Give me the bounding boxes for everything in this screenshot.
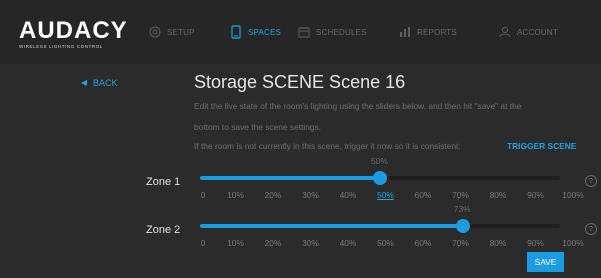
instructions-line-3: If the room is not currently in this sce… — [194, 141, 461, 151]
zone-1-slider[interactable] — [200, 171, 560, 185]
zone-2-slider[interactable] — [200, 219, 560, 233]
calendar-icon — [298, 27, 310, 38]
zone-2-tick-label: 50% — [377, 238, 394, 248]
zone-2-tick-label: 40% — [339, 238, 357, 248]
back-button[interactable]: BACK — [80, 78, 118, 88]
instructions-line-1: Edit the live state of the room's lighti… — [194, 101, 522, 111]
brand-tagline: WIRELESS LIGHTING CONTROL — [19, 44, 104, 49]
back-label: BACK — [93, 78, 118, 88]
brand-name: AUDACY — [19, 17, 128, 44]
triangle-left-icon — [81, 80, 87, 86]
zone-2-tick-label: 60% — [414, 238, 432, 248]
zone-1-tick-label: 0 — [200, 190, 206, 200]
zone-2-tick-label: 10% — [227, 238, 244, 248]
zone-1-value: 50% — [371, 156, 388, 166]
zone-1-tick-label[interactable]: 50% — [377, 190, 394, 200]
nav-setup-label: SETUP — [167, 27, 195, 37]
user-icon — [499, 27, 511, 38]
zone-1-info-icon[interactable]: ? — [585, 175, 597, 187]
zone-2-slider-fill — [200, 224, 463, 228]
zone-1-slider-thumb[interactable] — [373, 171, 387, 185]
zone-1-tick-label: 100% — [562, 190, 584, 200]
zone-2-value: 73% — [453, 204, 471, 214]
zone-1-ticks: 0 10% 20% 30% 40% 50% 60% 70% 80% 90% 100% — [198, 190, 584, 202]
zone-1-label: Zone 1 — [146, 176, 181, 188]
nav-setup[interactable]: SETUP — [149, 23, 195, 41]
save-button[interactable]: SAVE — [527, 252, 564, 272]
zone-2-tick-label: 30% — [302, 238, 319, 248]
phone-icon — [231, 25, 241, 39]
zone-1-slider-fill — [200, 176, 380, 180]
instructions-line-2: bottom to save the scene settings. — [194, 122, 322, 132]
zone-2-tick-label: 20% — [264, 238, 282, 248]
top-navigation: AUDACY WIRELESS LIGHTING CONTROL SETUP S… — [0, 0, 601, 64]
nav-spaces-label: SPACES — [248, 27, 282, 37]
zone-2-tick-label: 0 — [200, 238, 206, 248]
nav-schedules-label: SCHEDULES — [316, 27, 367, 37]
zone-2-tick-label: 70% — [452, 238, 469, 248]
zone-2-label: Zone 2 — [146, 224, 181, 236]
nav-schedules[interactable]: SCHEDULES — [298, 23, 367, 41]
zone-1-tick-label: 10% — [227, 190, 244, 200]
zone-1-tick-label: 90% — [527, 190, 544, 200]
page-title: Storage SCENE Scene 16 — [194, 72, 406, 92]
zone-2-slider-thumb[interactable] — [455, 219, 470, 233]
zone-2-tick-label: 80% — [489, 238, 507, 248]
nav-reports[interactable]: REPORTS — [399, 23, 457, 41]
nav-reports-label: REPORTS — [417, 27, 457, 37]
nav-account-label: ACCOUNT — [517, 27, 558, 37]
zone-1-tick-label: 60% — [414, 190, 432, 200]
zone-1-tick-label: 30% — [302, 190, 319, 200]
nav-account[interactable]: ACCOUNT — [499, 23, 558, 41]
zone-1-tick-label: 80% — [489, 190, 507, 200]
zone-2-ticks: 0 10% 20% 30% 40% 50% 60% 70% 80% 90% 100% — [198, 238, 584, 250]
trigger-scene-link[interactable]: TRIGGER SCENE — [507, 141, 576, 151]
nav-spaces[interactable]: SPACES — [230, 23, 281, 41]
zone-1-tick-label: 70% — [452, 190, 469, 200]
zone-1-tick-label: 40% — [339, 190, 357, 200]
zone-2-tick-label: 100% — [562, 238, 584, 248]
zone-2-info-icon[interactable]: ? — [585, 223, 597, 235]
zone-1-tick-label: 20% — [264, 190, 282, 200]
gear-icon — [149, 26, 161, 38]
zone-2-tick-label: 90% — [527, 238, 544, 248]
audacy-logo: AUDACY WIRELESS LIGHTING CONTROL — [19, 17, 128, 50]
bar-chart-icon — [400, 27, 410, 37]
